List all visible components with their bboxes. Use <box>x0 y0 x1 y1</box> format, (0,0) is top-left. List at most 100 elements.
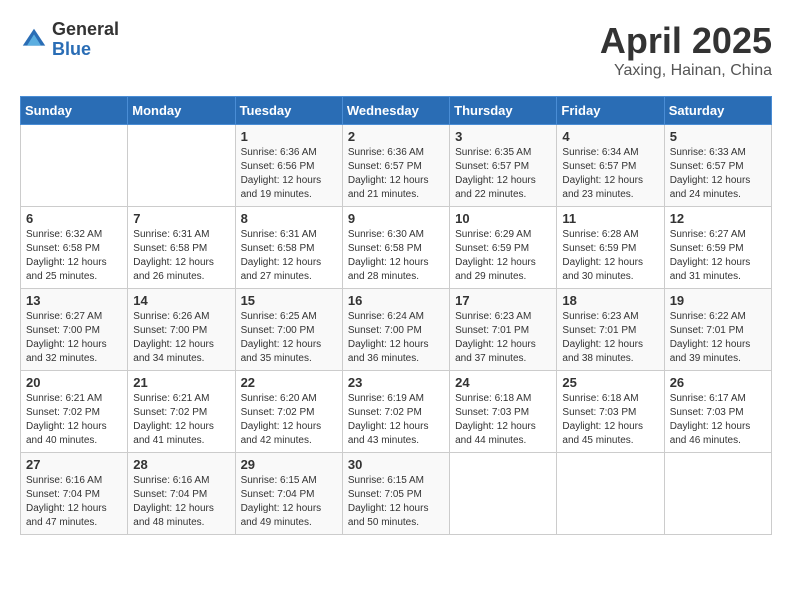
day-info: Sunrise: 6:26 AMSunset: 7:00 PMDaylight:… <box>133 310 229 366</box>
day-number: 1 <box>241 129 337 144</box>
day-number: 21 <box>133 375 229 390</box>
day-number: 18 <box>562 293 658 308</box>
calendar-cell: 28 Sunrise: 6:16 AMSunset: 7:04 PMDayligh… <box>128 453 235 535</box>
calendar-cell: 13Sunrise: 6:27 AMSunset: 7:00 PMDayligh… <box>21 289 128 371</box>
calendar-cell: 18Sunrise: 6:23 AMSunset: 7:01 PMDayligh… <box>557 289 664 371</box>
main-title: April 2025 <box>600 20 772 62</box>
day-number: 8 <box>241 211 337 226</box>
calendar-cell: 24 Sunrise: 6:18 AMSunset: 7:03 PMDayligh… <box>450 371 557 453</box>
calendar-cell: 20 Sunrise: 6:21 AMSunset: 7:02 PMDayligh… <box>21 371 128 453</box>
day-info: Sunrise: 6:15 AMSunset: 7:04 PMDaylight:… <box>241 474 337 530</box>
day-number: 13 <box>26 293 122 308</box>
calendar-cell <box>664 453 771 535</box>
day-info: Sunrise: 6:16 AMSunset: 7:04 PMDaylight:… <box>26 474 122 530</box>
day-number: 2 <box>348 129 444 144</box>
calendar-cell: 11 Sunrise: 6:28 AMSunset: 6:59 PMDayligh… <box>557 207 664 289</box>
subtitle: Yaxing, Hainan, China <box>600 62 772 80</box>
calendar-cell: 8Sunrise: 6:31 AMSunset: 6:58 PMDaylight… <box>235 207 342 289</box>
day-info: Sunrise: 6:31 AMSunset: 6:58 PMDaylight:… <box>133 228 229 284</box>
day-info: Sunrise: 6:16 AMSunset: 7:04 PMDaylight:… <box>133 474 229 530</box>
calendar-cell: 9 Sunrise: 6:30 AMSunset: 6:58 PMDaylight… <box>342 207 449 289</box>
header-monday: Monday <box>128 97 235 125</box>
day-number: 26 <box>670 375 766 390</box>
calendar-cell: 17 Sunrise: 6:23 AMSunset: 7:01 PMDayligh… <box>450 289 557 371</box>
calendar-cell: 23Sunrise: 6:19 AMSunset: 7:02 PMDayligh… <box>342 371 449 453</box>
day-info: Sunrise: 6:25 AMSunset: 7:00 PMDaylight:… <box>241 310 337 366</box>
calendar-cell: 14 Sunrise: 6:26 AMSunset: 7:00 PMDayligh… <box>128 289 235 371</box>
day-info: Sunrise: 6:36 AMSunset: 6:56 PMDaylight:… <box>241 146 337 202</box>
calendar-table: SundayMondayTuesdayWednesdayThursdayFrid… <box>20 96 772 535</box>
calendar-week-2: 6 Sunrise: 6:32 AMSunset: 6:58 PMDaylight… <box>21 207 772 289</box>
day-number: 10 <box>455 211 551 226</box>
day-number: 29 <box>241 457 337 472</box>
day-info: Sunrise: 6:35 AMSunset: 6:57 PMDaylight:… <box>455 146 551 202</box>
day-info: Sunrise: 6:27 AMSunset: 6:59 PMDaylight:… <box>670 228 766 284</box>
day-number: 9 <box>348 211 444 226</box>
calendar-cell: 16 Sunrise: 6:24 AMSunset: 7:00 PMDayligh… <box>342 289 449 371</box>
day-info: Sunrise: 6:36 AMSunset: 6:57 PMDaylight:… <box>348 146 444 202</box>
calendar-week-3: 13Sunrise: 6:27 AMSunset: 7:00 PMDayligh… <box>21 289 772 371</box>
calendar-cell: 30 Sunrise: 6:15 AMSunset: 7:05 PMDayligh… <box>342 453 449 535</box>
logo-blue: Blue <box>52 40 119 60</box>
day-number: 16 <box>348 293 444 308</box>
day-info: Sunrise: 6:28 AMSunset: 6:59 PMDaylight:… <box>562 228 658 284</box>
calendar-cell: 29 Sunrise: 6:15 AMSunset: 7:04 PMDayligh… <box>235 453 342 535</box>
day-info: Sunrise: 6:17 AMSunset: 7:03 PMDaylight:… <box>670 392 766 448</box>
day-info: Sunrise: 6:34 AMSunset: 6:57 PMDaylight:… <box>562 146 658 202</box>
calendar-header-row: SundayMondayTuesdayWednesdayThursdayFrid… <box>21 97 772 125</box>
calendar-cell <box>450 453 557 535</box>
day-info: Sunrise: 6:23 AMSunset: 7:01 PMDaylight:… <box>455 310 551 366</box>
calendar-cell: 5 Sunrise: 6:33 AMSunset: 6:57 PMDaylight… <box>664 125 771 207</box>
day-number: 4 <box>562 129 658 144</box>
header-sunday: Sunday <box>21 97 128 125</box>
day-number: 20 <box>26 375 122 390</box>
calendar-cell: 10Sunrise: 6:29 AMSunset: 6:59 PMDayligh… <box>450 207 557 289</box>
calendar-cell: 1 Sunrise: 6:36 AMSunset: 6:56 PMDaylight… <box>235 125 342 207</box>
calendar-week-1: 1 Sunrise: 6:36 AMSunset: 6:56 PMDaylight… <box>21 125 772 207</box>
day-number: 15 <box>241 293 337 308</box>
header-friday: Friday <box>557 97 664 125</box>
calendar-cell: 19Sunrise: 6:22 AMSunset: 7:01 PMDayligh… <box>664 289 771 371</box>
header-tuesday: Tuesday <box>235 97 342 125</box>
calendar-cell: 4 Sunrise: 6:34 AMSunset: 6:57 PMDaylight… <box>557 125 664 207</box>
day-number: 22 <box>241 375 337 390</box>
calendar-cell: 6 Sunrise: 6:32 AMSunset: 6:58 PMDaylight… <box>21 207 128 289</box>
calendar-cell: 26 Sunrise: 6:17 AMSunset: 7:03 PMDayligh… <box>664 371 771 453</box>
day-number: 25 <box>562 375 658 390</box>
day-number: 11 <box>562 211 658 226</box>
day-info: Sunrise: 6:30 AMSunset: 6:58 PMDaylight:… <box>348 228 444 284</box>
calendar-cell: 12 Sunrise: 6:27 AMSunset: 6:59 PMDayligh… <box>664 207 771 289</box>
title-block: April 2025 Yaxing, Hainan, China <box>600 20 772 80</box>
day-number: 23 <box>348 375 444 390</box>
day-number: 12 <box>670 211 766 226</box>
day-info: Sunrise: 6:21 AMSunset: 7:02 PMDaylight:… <box>26 392 122 448</box>
day-number: 7 <box>133 211 229 226</box>
day-number: 5 <box>670 129 766 144</box>
day-number: 24 <box>455 375 551 390</box>
calendar-cell <box>21 125 128 207</box>
day-number: 30 <box>348 457 444 472</box>
calendar-cell: 25Sunrise: 6:18 AMSunset: 7:03 PMDayligh… <box>557 371 664 453</box>
calendar-cell: 2 Sunrise: 6:36 AMSunset: 6:57 PMDaylight… <box>342 125 449 207</box>
header-saturday: Saturday <box>664 97 771 125</box>
calendar-cell: 3Sunrise: 6:35 AMSunset: 6:57 PMDaylight… <box>450 125 557 207</box>
day-info: Sunrise: 6:18 AMSunset: 7:03 PMDaylight:… <box>455 392 551 448</box>
calendar-week-4: 20 Sunrise: 6:21 AMSunset: 7:02 PMDayligh… <box>21 371 772 453</box>
day-number: 6 <box>26 211 122 226</box>
day-info: Sunrise: 6:33 AMSunset: 6:57 PMDaylight:… <box>670 146 766 202</box>
day-number: 27 <box>26 457 122 472</box>
page-header: General Blue April 2025 Yaxing, Hainan, … <box>20 20 772 80</box>
day-number: 14 <box>133 293 229 308</box>
logo-icon <box>20 26 48 54</box>
calendar-cell: 7 Sunrise: 6:31 AMSunset: 6:58 PMDaylight… <box>128 207 235 289</box>
calendar-cell <box>557 453 664 535</box>
day-number: 17 <box>455 293 551 308</box>
day-info: Sunrise: 6:24 AMSunset: 7:00 PMDaylight:… <box>348 310 444 366</box>
calendar-cell: 15 Sunrise: 6:25 AMSunset: 7:00 PMDayligh… <box>235 289 342 371</box>
day-info: Sunrise: 6:15 AMSunset: 7:05 PMDaylight:… <box>348 474 444 530</box>
day-info: Sunrise: 6:32 AMSunset: 6:58 PMDaylight:… <box>26 228 122 284</box>
day-number: 19 <box>670 293 766 308</box>
day-number: 28 <box>133 457 229 472</box>
calendar-week-5: 27 Sunrise: 6:16 AMSunset: 7:04 PMDayligh… <box>21 453 772 535</box>
day-info: Sunrise: 6:21 AMSunset: 7:02 PMDaylight:… <box>133 392 229 448</box>
